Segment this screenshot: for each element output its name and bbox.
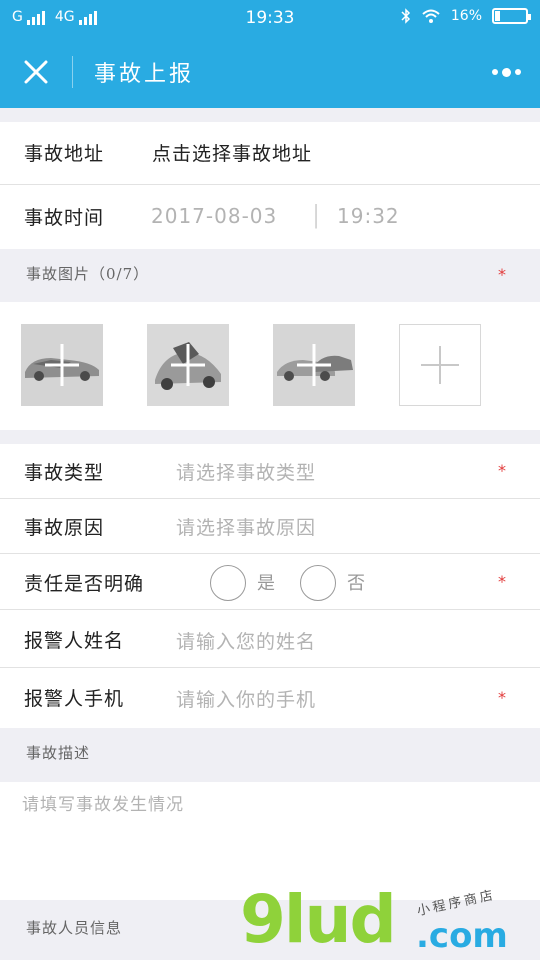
- liability-label: 责任是否明确: [24, 573, 145, 595]
- battery-percent: 16%: [450, 8, 482, 24]
- radio-yes[interactable]: [210, 565, 246, 601]
- time-separator: |: [312, 201, 322, 229]
- required-mark: *: [498, 461, 506, 480]
- reporter-phone-label: 报警人手机: [24, 688, 125, 710]
- address-picker[interactable]: 点击选择事故地址: [152, 139, 312, 166]
- type-row[interactable]: 事故类型 请选择事故类型 *: [0, 444, 540, 499]
- liability-row: 责任是否明确 是 否 *: [0, 554, 540, 610]
- cause-label: 事故原因: [24, 517, 105, 539]
- date-picker[interactable]: 2017-08-03: [151, 204, 277, 228]
- status-bar: G 4G 19:33 16%: [0, 0, 540, 36]
- description-header-label: 事故描述: [26, 744, 91, 762]
- description-header: 事故描述: [0, 728, 540, 782]
- wifi-icon: [422, 9, 440, 23]
- type-label: 事故类型: [24, 462, 105, 484]
- add-photo-button[interactable]: [399, 324, 481, 406]
- more-button[interactable]: [486, 60, 526, 84]
- photo-thumbnail[interactable]: [273, 324, 355, 406]
- radio-yes-label: 是: [257, 573, 275, 594]
- photo-thumbnail[interactable]: [147, 324, 229, 406]
- plus-icon: [421, 346, 459, 384]
- gap: [0, 108, 540, 122]
- status-right: 16%: [401, 8, 531, 24]
- photos-header: 事故图片（0/7） *: [0, 249, 540, 302]
- watermark-main: 9lud: [240, 881, 397, 958]
- close-button[interactable]: [14, 50, 58, 94]
- watermark-logo: 9lud .com 小程序商店: [240, 884, 540, 960]
- cause-select[interactable]: 请选择事故原因: [176, 513, 316, 540]
- required-mark: *: [498, 688, 506, 707]
- required-mark: *: [498, 265, 506, 284]
- reporter-name-row: 报警人姓名 请输入您的姓名: [0, 610, 540, 668]
- more-icon: [491, 69, 498, 75]
- title-bar: 事故上报: [0, 36, 540, 108]
- required-mark: *: [498, 572, 506, 591]
- reporter-phone-input[interactable]: 请输入你的手机: [176, 685, 316, 712]
- type-select[interactable]: 请选择事故类型: [176, 458, 316, 485]
- page-title: 事故上报: [94, 62, 195, 87]
- radio-no[interactable]: [300, 565, 336, 601]
- address-row[interactable]: 事故地址 点击选择事故地址: [0, 122, 540, 185]
- reporter-name-input[interactable]: 请输入您的姓名: [176, 627, 316, 654]
- radio-no-label: 否: [347, 573, 365, 594]
- address-label: 事故地址: [24, 143, 105, 165]
- cause-row[interactable]: 事故原因 请选择事故原因: [0, 499, 540, 554]
- reporter-name-label: 报警人姓名: [24, 630, 125, 652]
- time-row: 事故时间 2017-08-03 | 19:32: [0, 185, 540, 249]
- title-divider: [72, 56, 73, 88]
- battery-icon: [492, 8, 531, 24]
- reporter-phone-row: 报警人手机 请输入你的手机 *: [0, 668, 540, 728]
- photos-header-label: 事故图片（0/7）: [26, 265, 150, 283]
- watermark-suffix: .com: [416, 916, 508, 956]
- personnel-header-label: 事故人员信息: [26, 919, 123, 937]
- gap: [0, 430, 540, 444]
- time-picker[interactable]: 19:32: [337, 204, 400, 228]
- photo-thumbnail[interactable]: [21, 324, 103, 406]
- watermark-tagline: 小程序商店: [415, 887, 498, 920]
- time-label: 事故时间: [24, 207, 105, 229]
- close-icon: [24, 60, 48, 84]
- description-placeholder: 请填写事故发生情况: [22, 795, 184, 815]
- bluetooth-icon: [401, 8, 410, 24]
